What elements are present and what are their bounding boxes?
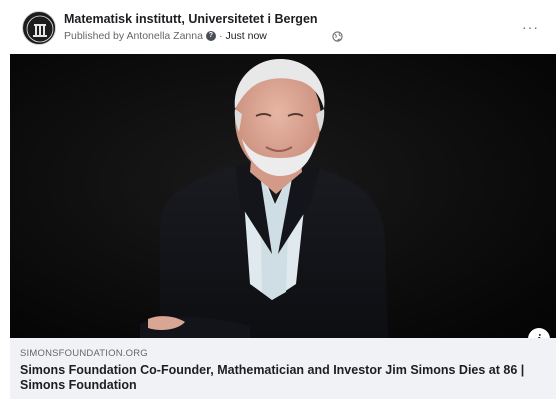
post-meta: Published by Antonella Zanna ? · Just no… [64, 30, 267, 42]
published-by-text: Published by Antonella Zanna [64, 30, 203, 42]
info-icon[interactable]: ? [205, 31, 216, 41]
more-options-icon[interactable]: ··· [522, 20, 542, 34]
facebook-post: Matematisk institutt, Universitetet i Be… [0, 0, 556, 399]
link-domain: SIMONSFOUNDATION.ORG [20, 348, 148, 359]
link-title[interactable]: Simons Foundation Co-Founder, Mathematic… [20, 363, 540, 393]
post-photo[interactable] [10, 54, 556, 338]
post-timestamp[interactable]: Just now [225, 30, 266, 42]
page-avatar[interactable] [22, 11, 56, 45]
separator-dot: · [218, 30, 223, 42]
link-preview[interactable]: SIMONSFOUNDATION.ORG Simons Foundation C… [10, 338, 556, 399]
post-header: Matematisk institutt, Universitetet i Be… [0, 0, 556, 54]
globe-icon [332, 31, 343, 42]
page-name-link[interactable]: Matematisk institutt, Universitetet i Be… [64, 12, 318, 26]
